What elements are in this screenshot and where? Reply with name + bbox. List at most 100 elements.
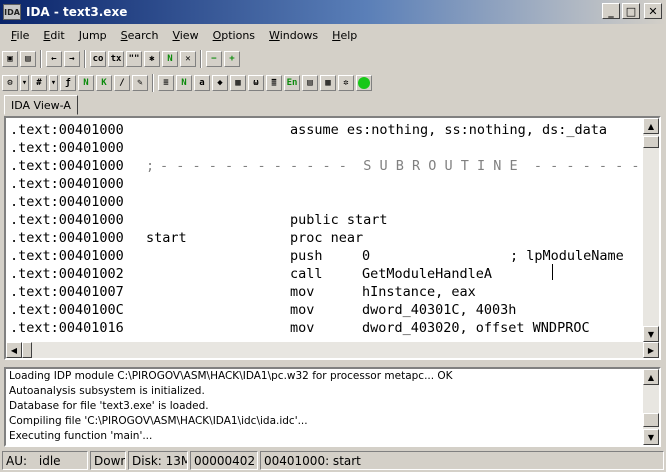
hash-icon[interactable]: # <box>31 75 47 91</box>
menu-edit[interactable]: Edit <box>36 29 71 42</box>
menu-search[interactable]: Search <box>114 29 166 42</box>
output-vertical-scrollbar[interactable]: ▲ ▼ <box>643 369 659 445</box>
output-line: Executing function 'main'... <box>9 430 153 442</box>
disassembly-line[interactable]: .text:00401000 <box>10 193 640 211</box>
line-mnemonic: mov <box>290 302 315 318</box>
toolbar-separator <box>200 50 202 68</box>
maximize-button[interactable]: □ <box>622 3 640 19</box>
n-doc-icon[interactable]: N <box>176 75 192 91</box>
message-output[interactable]: Loading IDP module C:\PIROGOV\ASM\HACK\I… <box>4 367 661 447</box>
comment-icon[interactable]: ◆ <box>212 75 228 91</box>
line-mnemonic: push <box>290 248 323 264</box>
disassembly-view[interactable]: .text:00401000 assume es:nothing, ss:noth… <box>4 116 661 360</box>
function-icon[interactable]: ƒ <box>60 75 76 91</box>
disassembly-line[interactable]: .text:0040100C mov dword_40301C, 4003h <box>10 301 640 319</box>
cross-icon[interactable]: ✕ <box>180 51 196 67</box>
scroll-up-button[interactable]: ▲ <box>643 118 659 134</box>
options-icon[interactable]: ⚙ <box>2 75 18 91</box>
disassembly-lines: .text:00401000 assume es:nothing, ss:noth… <box>10 121 656 337</box>
status-disk: Disk: 13M <box>128 451 188 470</box>
menu-view[interactable]: View <box>165 29 205 42</box>
pencil-icon[interactable]: ✎ <box>132 75 148 91</box>
window-title: IDA - text3.exe <box>26 5 128 19</box>
run-icon[interactable] <box>356 75 372 91</box>
list-icon[interactable]: ▤ <box>302 75 318 91</box>
calc-icon[interactable]: ≣ <box>266 75 282 91</box>
grid-icon[interactable]: ▦ <box>320 75 336 91</box>
settings-icon[interactable]: ✲ <box>338 75 354 91</box>
status-au-state: idle <box>38 454 61 468</box>
text-caret <box>552 264 553 280</box>
names-icon[interactable]: a <box>194 75 210 91</box>
disassembly-line[interactable]: .text:00401007 mov hInstance, eax <box>10 283 640 301</box>
text-icon[interactable]: tx <box>108 51 124 67</box>
en-icon[interactable]: En <box>284 75 300 91</box>
green-circle-icon <box>358 77 370 89</box>
horizontal-scrollbar[interactable]: ◀ ▶ <box>6 342 659 358</box>
disassembly-line[interactable]: .text:00401002 call GetModuleHandleA <box>10 265 640 283</box>
line-operands: hInstance, eax <box>362 284 476 300</box>
title-bar: IDA IDA - text3.exe _ □ ✕ <box>0 0 666 24</box>
ida-app-icon[interactable]: IDA <box>3 4 21 20</box>
menu-jump[interactable]: Jump <box>72 29 114 42</box>
disassembly-line[interactable]: .text:00401000 push 0 ; lpModuleName <box>10 247 640 265</box>
back-arrow-icon[interactable]: ← <box>46 51 62 67</box>
output-scroll-up-button[interactable]: ▲ <box>643 369 659 385</box>
disassembly-line[interactable]: .text:00401000 <box>10 139 640 157</box>
line-address: .text:00401000 <box>10 176 124 192</box>
scroll-down-button[interactable]: ▼ <box>643 326 659 342</box>
k-icon[interactable]: K <box>96 75 112 91</box>
line-address: .text:00401000 <box>10 212 124 228</box>
status-scroll-direction: Down <box>90 451 126 470</box>
menu-help[interactable]: Help <box>325 29 364 42</box>
n-green-icon[interactable]: N <box>162 51 178 67</box>
minus-green-icon[interactable]: − <box>206 51 222 67</box>
output-scroll-thumb[interactable] <box>643 413 659 427</box>
menu-file[interactable]: File <box>4 29 36 42</box>
output-lines: Loading IDP module C:\PIROGOV\ASM\HACK\I… <box>6 369 642 444</box>
disassembly-line[interactable]: .text:00401016 mov dword_403020, offset WN… <box>10 319 640 337</box>
line-address: .text:00401016 <box>10 320 124 336</box>
minus-slash-icon[interactable]: / <box>114 75 130 91</box>
n-icon[interactable]: N <box>78 75 94 91</box>
minimize-button[interactable]: _ <box>602 3 620 19</box>
line-mnemonic: proc near <box>290 230 364 246</box>
output-scroll-down-button[interactable]: ▼ <box>643 429 659 445</box>
menu-windows[interactable]: Windows <box>262 29 325 42</box>
code-icon[interactable]: co <box>90 51 106 67</box>
status-au-label: AU: <box>6 454 28 468</box>
plus-green-icon[interactable]: + <box>224 51 240 67</box>
dropdown-arrow-icon[interactable]: ▾ <box>49 75 58 91</box>
line-operands: dword_40301C, 4003h <box>362 302 517 318</box>
line-mnemonic: call <box>290 266 323 282</box>
line-address: .text:00401000 <box>10 122 124 138</box>
forward-arrow-icon[interactable]: → <box>64 51 80 67</box>
vertical-scrollbar[interactable]: ▲ ▼ <box>643 118 659 342</box>
status-location: 00401000: start <box>260 451 664 470</box>
scroll-right-button[interactable]: ▶ <box>643 342 659 358</box>
close-button[interactable]: ✕ <box>644 3 662 19</box>
star-icon[interactable]: ✱ <box>144 51 160 67</box>
tab-ida-view-a[interactable]: IDA View-A <box>4 95 78 115</box>
disassembly-line[interactable]: .text:00401000 <box>10 175 640 193</box>
open-icon[interactable]: ▣ <box>2 51 18 67</box>
hex-icon[interactable]: ω <box>248 75 264 91</box>
struct-icon[interactable]: ▦ <box>230 75 246 91</box>
disassembly-line[interactable]: .text:00401000 start proc near <box>10 229 640 247</box>
dropdown-arrow-icon[interactable]: ▾ <box>20 75 29 91</box>
hscroll-thumb[interactable] <box>22 342 32 358</box>
disassembly-line[interactable]: .text:00401000 assume es:nothing, ss:noth… <box>10 121 640 139</box>
save-icon[interactable]: ▤ <box>20 51 36 67</box>
subroutine-separator: - - - - - - - - - - - - S U B R O U T I … <box>160 158 656 174</box>
scroll-left-button[interactable]: ◀ <box>6 342 22 358</box>
disassembly-line[interactable]: .text:00401000; - - - - - - - - - - - - S… <box>10 157 656 175</box>
disassembly-line[interactable]: .text:00401000 public start <box>10 211 640 229</box>
toolbar-separator <box>152 74 154 92</box>
scroll-thumb[interactable] <box>643 136 659 148</box>
status-autoanalysis: AU: idle <box>2 451 88 470</box>
menu-options[interactable]: Options <box>206 29 262 42</box>
document-icon[interactable]: ≡ <box>158 75 174 91</box>
line-address: .text:00401000 <box>10 158 124 174</box>
view-tab-strip: IDA View-A <box>0 95 666 115</box>
quote-icon[interactable]: "" <box>126 51 142 67</box>
